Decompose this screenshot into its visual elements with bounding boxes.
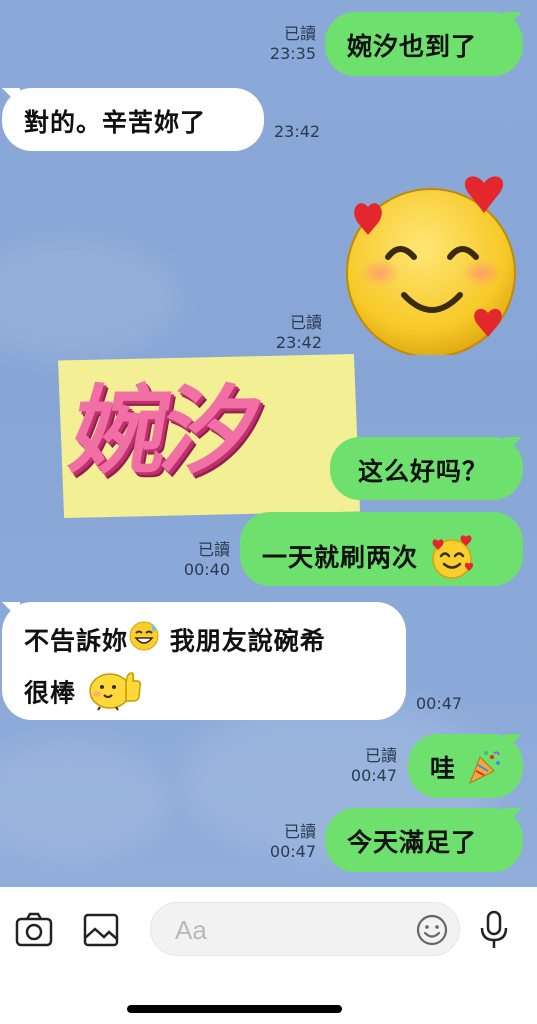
read-receipt: 已讀 00:47 (350, 746, 397, 785)
message-text: 很棒 (24, 678, 77, 708)
smiling-face-with-hearts-emoji-icon (428, 532, 476, 586)
background-cloud (0, 240, 180, 360)
text-overlay: 婉汐 (55, 350, 360, 518)
emoji-button[interactable] (415, 913, 449, 951)
microphone-icon (480, 910, 508, 948)
message-time: 23:42 (274, 122, 321, 141)
message-bubble-incoming[interactable]: 不告訴妳 我朋友說碗希 很棒 (2, 602, 406, 720)
overlay-text: 婉汐 (63, 375, 263, 487)
thumbs-up-chick-sticker-icon (86, 665, 142, 724)
message-bubble-outgoing[interactable]: 婉汐也到了 (325, 12, 523, 76)
message-input-toolbar: Aa (0, 887, 537, 1024)
grinning-sweat-emoji-icon (128, 620, 160, 665)
message-text: 哇 (430, 754, 457, 783)
message-text: 不告訴妳 (24, 626, 129, 656)
read-receipt: 已讀 23:42 (275, 313, 322, 352)
camera-icon (15, 912, 53, 947)
message-bubble-outgoing[interactable]: 哇 (408, 734, 523, 798)
image-icon (83, 913, 119, 947)
input-placeholder: Aa (175, 915, 207, 945)
message-bubble-incoming[interactable]: 對的。辛苦妳了 (2, 88, 264, 151)
message-bubble-outgoing[interactable]: 一天就刷两次 (240, 512, 523, 586)
read-receipt: 已讀 00:47 (269, 822, 316, 861)
smiley-icon (416, 914, 448, 946)
message-bubble-outgoing[interactable]: 这么好吗？ (330, 437, 523, 500)
chat-area[interactable]: 已讀 23:35 婉汐也到了 對的。辛苦妳了 23:42 已讀 23:42 婉汐… (0, 0, 537, 887)
party-popper-emoji-icon (466, 749, 502, 791)
image-button[interactable] (82, 911, 120, 953)
message-text: 我朋友說碗希 (160, 626, 326, 656)
read-receipt: 已讀 23:35 (269, 24, 316, 63)
voice-button[interactable] (478, 909, 510, 955)
message-input[interactable]: Aa (150, 902, 460, 956)
smiling-face-with-hearts-icon (346, 176, 516, 358)
read-receipt: 已讀 00:40 (183, 540, 230, 579)
message-time: 00:47 (416, 694, 463, 713)
message-text: 一天就刷两次 (262, 543, 419, 572)
background-cloud (0, 740, 170, 860)
smiling-face-with-hearts-sticker[interactable] (338, 175, 520, 358)
home-indicator (127, 1005, 342, 1013)
message-bubble-outgoing[interactable]: 今天滿足了 (325, 808, 523, 872)
camera-button[interactable] (14, 911, 54, 953)
